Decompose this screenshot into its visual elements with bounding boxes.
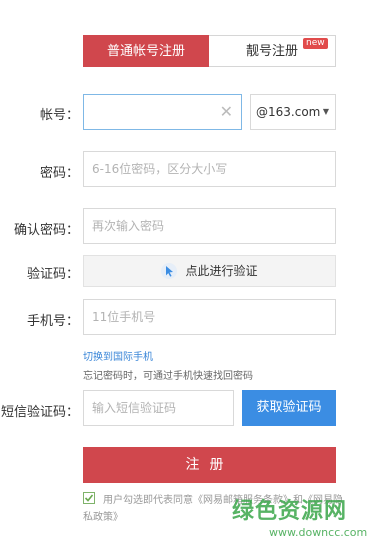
captcha-verify-button[interactable]: 点此进行验证: [83, 255, 336, 287]
phone-placeholder: 11位手机号: [92, 310, 156, 324]
sms-code-input[interactable]: 输入短信验证码: [83, 390, 234, 426]
domain-select-value: @163.com: [256, 105, 321, 119]
get-sms-code-button[interactable]: 获取验证码: [242, 390, 336, 426]
international-phone-link[interactable]: 切换到国际手机: [83, 348, 153, 363]
phone-hint: 忘记密码时，可通过手机快速找回密码: [83, 371, 253, 382]
tab-normal-account[interactable]: 普通帐号注册: [83, 35, 209, 67]
confirm-password-placeholder: 再次输入密码: [92, 219, 165, 233]
captcha-label: 验证码：: [26, 267, 79, 282]
sms-code-placeholder: 输入短信验证码: [92, 401, 177, 415]
register-button[interactable]: 注册: [83, 447, 336, 483]
clear-icon[interactable]: ✕: [220, 104, 233, 120]
sms-code-label: 短信验证码：: [0, 405, 79, 420]
caret-down-icon: ▼: [322, 107, 329, 116]
agreement-checkbox[interactable]: [83, 492, 95, 504]
cursor-icon: [161, 262, 178, 279]
watermark-url: www.downcc.com: [269, 526, 368, 539]
phone-label: 手机号：: [26, 314, 79, 329]
password-input[interactable]: 6-16位密码，区分大小写: [83, 151, 336, 187]
captcha-verify-label: 点此进行验证: [185, 264, 258, 278]
account-label: 帐号：: [39, 108, 79, 123]
domain-select[interactable]: @163.com ▼: [250, 94, 336, 130]
password-label: 密码：: [39, 166, 79, 181]
watermark-logo: 绿色资源网: [232, 499, 348, 524]
phone-input[interactable]: 11位手机号: [83, 299, 336, 335]
new-badge: new: [303, 38, 328, 49]
account-input[interactable]: ✕: [83, 94, 242, 130]
password-placeholder: 6-16位密码，区分大小写: [92, 162, 228, 176]
confirm-password-label: 确认密码：: [13, 223, 79, 238]
confirm-password-input[interactable]: 再次输入密码: [83, 208, 336, 244]
